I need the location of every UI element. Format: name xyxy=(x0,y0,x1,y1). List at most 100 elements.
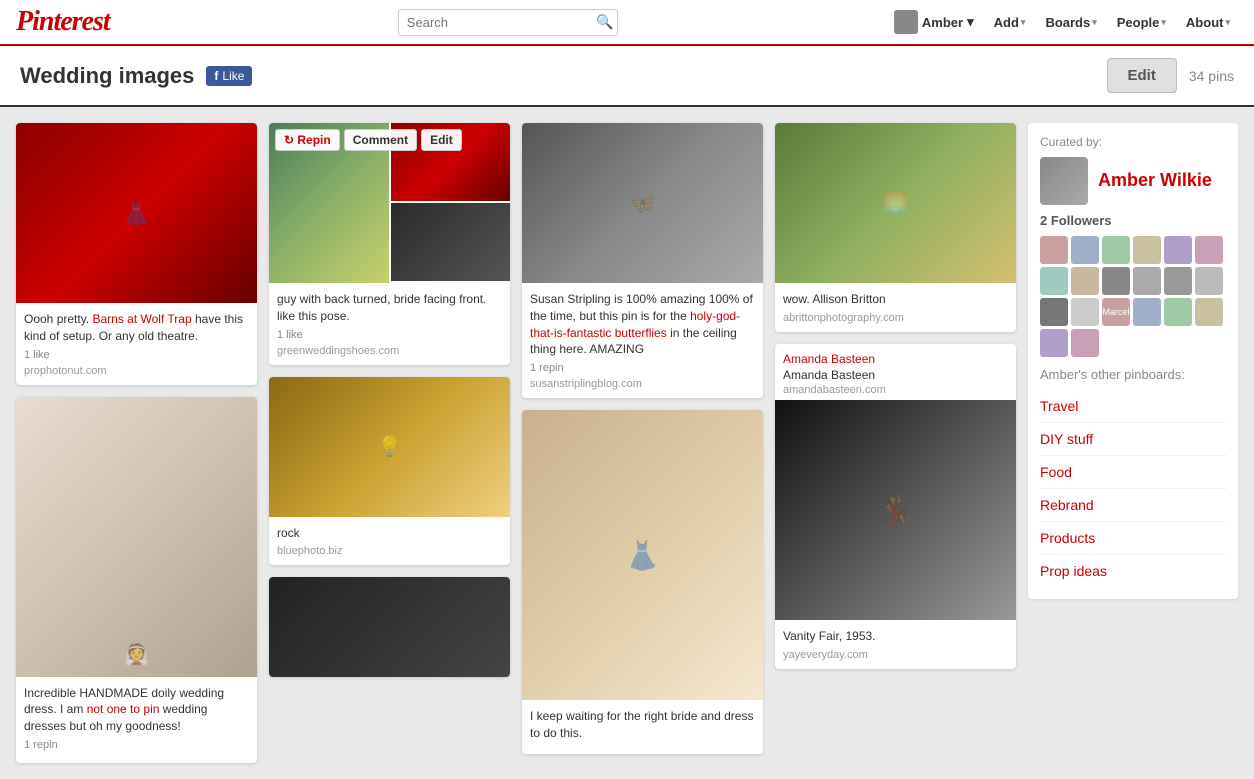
pinboard-name: Products xyxy=(1040,530,1095,546)
follower-avatar[interactable] xyxy=(1071,267,1099,295)
pinboards-list: Travel DIY stuff Food Rebrand Products P… xyxy=(1040,390,1226,587)
nav-about[interactable]: About ▾ xyxy=(1178,9,1238,36)
pin-body: Susan Stripling is 100% amazing 100% of … xyxy=(522,283,763,398)
follower-avatar[interactable] xyxy=(1071,329,1099,357)
pinboard-prop-ideas[interactable]: Prop ideas xyxy=(1040,555,1226,587)
nav-people[interactable]: People ▾ xyxy=(1109,9,1174,36)
pin-author[interactable]: Amanda Basteen xyxy=(783,352,1008,366)
follower-avatar[interactable] xyxy=(1133,236,1161,264)
follower-avatar[interactable] xyxy=(1040,236,1068,264)
fb-like-label: Like xyxy=(222,69,244,83)
follower-avatar[interactable] xyxy=(1102,236,1130,264)
fb-icon: f xyxy=(214,69,218,83)
comment-button[interactable]: Comment xyxy=(344,129,417,151)
pin-body: Incredible HANDMADE doily wedding dress.… xyxy=(16,677,257,763)
repin-button[interactable]: ↻ Repin xyxy=(275,129,340,151)
nav-right: Amber ▾ Add ▾ Boards ▾ People ▾ About ▾ xyxy=(886,6,1238,38)
pin-author-name: Amanda Basteen xyxy=(783,368,1008,382)
follower-avatar[interactable] xyxy=(1040,298,1068,326)
curated-profile: Amber Wilkie xyxy=(1040,157,1226,205)
logo[interactable]: Pinterest xyxy=(16,6,110,38)
pin-link[interactable]: not one to pin xyxy=(87,702,160,716)
user-menu[interactable]: Amber ▾ xyxy=(886,6,982,38)
user-name-label: Amber xyxy=(922,15,963,30)
pin-card xyxy=(269,577,510,677)
sidebar: Curated by: Amber Wilkie 2 Followers xyxy=(1028,123,1238,763)
followers-grid: Marcel Thumb xyxy=(1040,236,1226,357)
follower-avatar[interactable] xyxy=(1102,267,1130,295)
follower-avatar[interactable] xyxy=(1133,298,1161,326)
pin-source: prophotonut.com xyxy=(24,365,249,377)
pin-actions: ↻ Repin Comment Edit xyxy=(275,129,462,151)
follower-avatar[interactable] xyxy=(1071,236,1099,264)
add-caret-icon: ▾ xyxy=(1021,17,1026,28)
pin-body: guy with back turned, bride facing front… xyxy=(269,283,510,365)
pin-image: 👗 xyxy=(16,123,257,303)
people-label: People xyxy=(1117,15,1160,30)
pin-card: 👗 I keep waiting for the right bride and… xyxy=(522,410,763,754)
pin-column-4: 🌅 wow. Allison Britton abrittonphotograp… xyxy=(775,123,1016,669)
pin-image: 💡 xyxy=(269,377,510,517)
sidebar-curated: Curated by: Amber Wilkie 2 Followers xyxy=(1028,123,1238,599)
pin-likes: 1 repin xyxy=(530,362,755,374)
curator-name[interactable]: Amber Wilkie xyxy=(1098,171,1212,191)
pin-source: yayeveryday.com xyxy=(783,649,1008,661)
pin-image: 💃 xyxy=(775,400,1016,620)
follower-avatar[interactable] xyxy=(1164,298,1192,326)
pin-source: susanstriplingblog.com xyxy=(530,378,755,390)
search-input[interactable] xyxy=(398,9,618,36)
pinboard-name: Travel xyxy=(1040,398,1078,414)
follower-avatar[interactable] xyxy=(1071,298,1099,326)
pin-image xyxy=(269,577,510,677)
main-content: 👗 Oooh pretty. Barns at Wolf Trap have t… xyxy=(0,107,1254,779)
follower-avatar[interactable] xyxy=(1133,267,1161,295)
pin-description: Incredible HANDMADE doily wedding dress.… xyxy=(24,685,249,735)
follower-avatar[interactable]: Marcel Thumb xyxy=(1102,298,1130,326)
follower-avatar[interactable] xyxy=(1164,267,1192,295)
pinboard-name: DIY stuff xyxy=(1040,431,1093,447)
about-caret-icon: ▾ xyxy=(1225,17,1230,28)
follower-avatar[interactable] xyxy=(1040,329,1068,357)
follower-avatar[interactable] xyxy=(1040,267,1068,295)
pin-link[interactable]: Barns at Wolf Trap xyxy=(92,312,191,326)
about-label: About xyxy=(1186,15,1224,30)
nav-add[interactable]: Add ▾ xyxy=(986,9,1034,36)
pin-description: Vanity Fair, 1953. xyxy=(783,628,1008,645)
pin-link[interactable]: holy-god-that-is-fantastic butterflies xyxy=(530,309,740,340)
pinboard-name: Food xyxy=(1040,464,1072,480)
pin-source: abrittonphotography.com xyxy=(783,312,1008,324)
curated-label: Curated by: xyxy=(1040,135,1226,149)
pinboard-rebrand[interactable]: Rebrand xyxy=(1040,489,1226,522)
pin-likes: 1 like xyxy=(277,329,502,341)
follower-avatar[interactable] xyxy=(1195,267,1223,295)
facebook-like-button[interactable]: f Like xyxy=(206,66,252,86)
curator-avatar xyxy=(1040,157,1088,205)
pinboard-products[interactable]: Products xyxy=(1040,522,1226,555)
pinboards-label: Amber's other pinboards: xyxy=(1040,367,1226,382)
pin-description: rock xyxy=(277,525,502,542)
pins-area: 👗 Oooh pretty. Barns at Wolf Trap have t… xyxy=(16,123,1016,763)
pin-card: 👗 Oooh pretty. Barns at Wolf Trap have t… xyxy=(16,123,257,385)
pinboard-name: Prop ideas xyxy=(1040,563,1107,579)
pin-likes: 1 repin xyxy=(24,739,249,751)
pinboard-travel[interactable]: Travel xyxy=(1040,390,1226,423)
pin-description: Susan Stripling is 100% amazing 100% of … xyxy=(530,291,755,358)
follower-avatar[interactable] xyxy=(1195,236,1223,264)
follower-avatar[interactable] xyxy=(1164,236,1192,264)
pin-description: Oooh pretty. Barns at Wolf Trap have thi… xyxy=(24,311,249,345)
pinboard-diy[interactable]: DIY stuff xyxy=(1040,423,1226,456)
search-wrapper: 🔍 xyxy=(398,9,618,36)
pin-body: Oooh pretty. Barns at Wolf Trap have thi… xyxy=(16,303,257,385)
follower-avatar[interactable] xyxy=(1195,298,1223,326)
nav-boards[interactable]: Boards ▾ xyxy=(1037,9,1104,36)
pin-image: 🌅 xyxy=(775,123,1016,283)
search-icon[interactable]: 🔍 xyxy=(596,14,613,31)
people-caret-icon: ▾ xyxy=(1161,17,1166,28)
pin-image: 👗 xyxy=(522,410,763,700)
pin-description: guy with back turned, bride facing front… xyxy=(277,291,502,325)
edit-button[interactable]: Edit xyxy=(1107,58,1177,93)
pin-card: 💡 rock bluephoto.biz xyxy=(269,377,510,566)
pin-card: Amanda Basteen Amanda Basteen amandabast… xyxy=(775,344,1016,669)
pinboard-food[interactable]: Food xyxy=(1040,456,1226,489)
edit-pin-button[interactable]: Edit xyxy=(421,129,462,151)
